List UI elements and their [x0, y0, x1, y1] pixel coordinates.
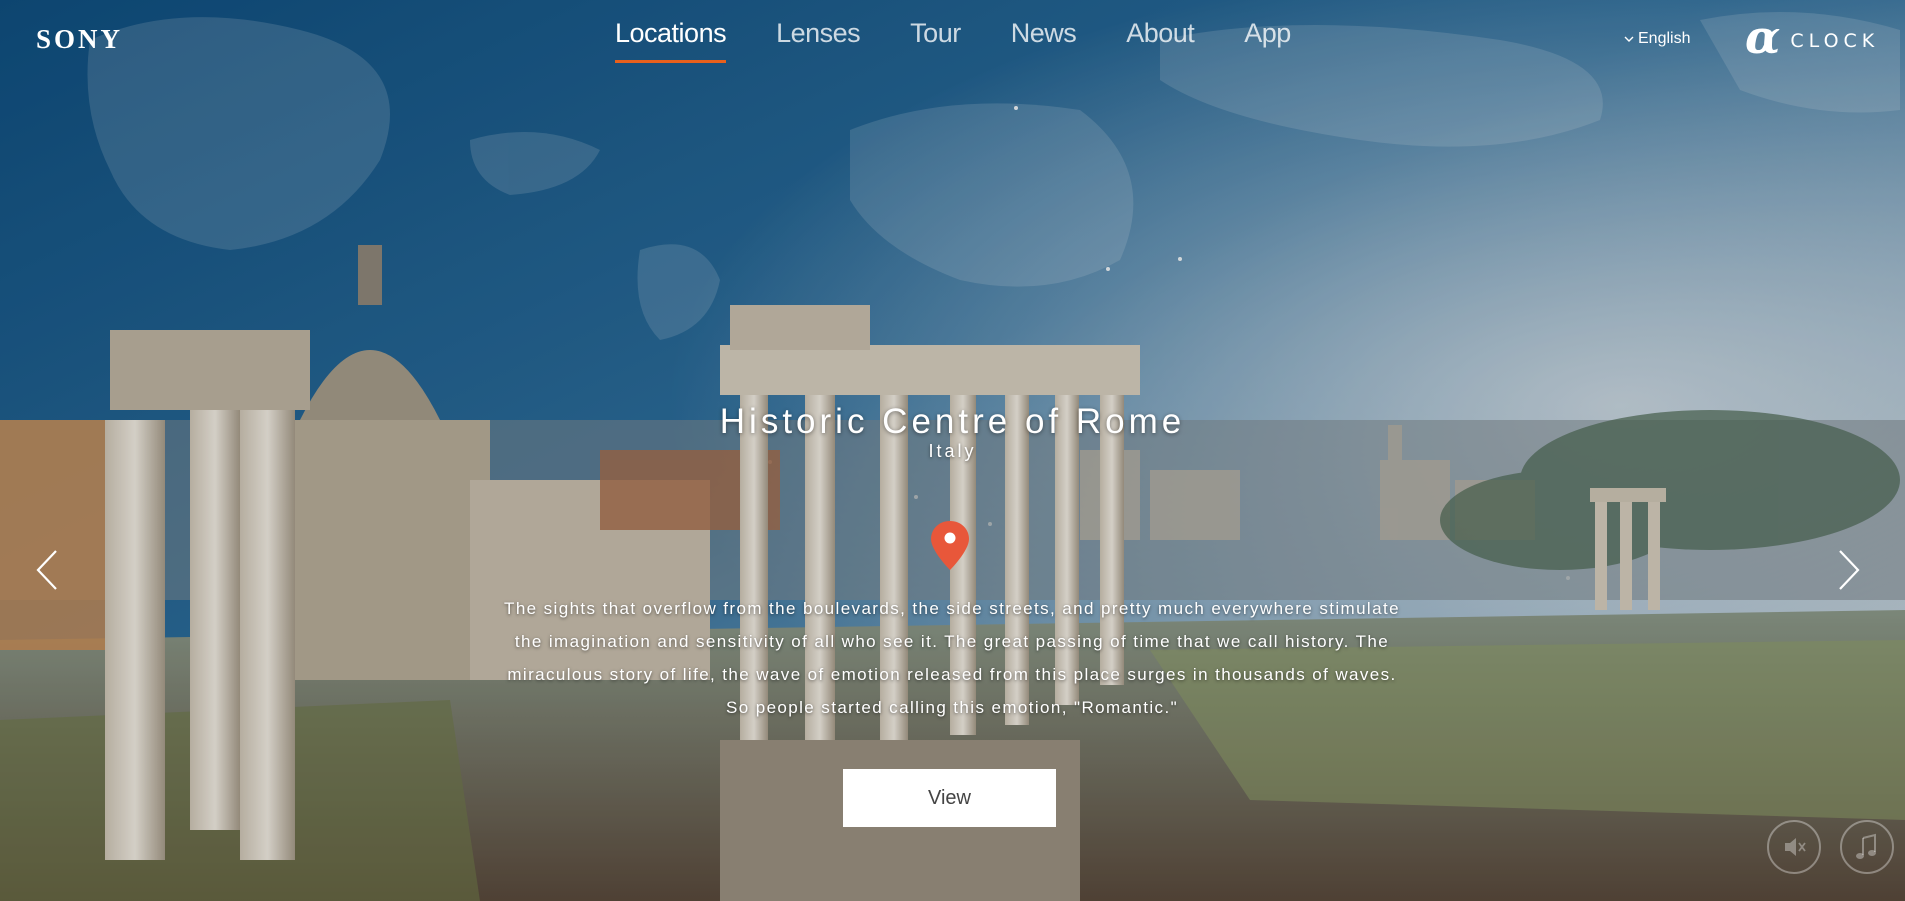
chevron-right-icon[interactable] — [1836, 548, 1862, 597]
location-title: Historic Centre of Rome — [719, 402, 1186, 441]
description-line: miraculous story of life, the wave of em… — [507, 665, 1397, 684]
location-description: The sights that overflow from the boulev… — [452, 592, 1452, 724]
nav-item-locations[interactable]: Locations — [615, 18, 727, 63]
nav-item-news[interactable]: News — [1011, 18, 1077, 63]
alpha-glyph: α — [1745, 10, 1781, 64]
language-selector[interactable]: English — [1624, 30, 1690, 48]
nav-item-lenses[interactable]: Lenses — [776, 18, 861, 63]
nav-item-about[interactable]: About — [1126, 18, 1195, 63]
chevron-left-icon[interactable] — [34, 548, 60, 597]
alpha-clock-word: CLOCK — [1790, 30, 1880, 52]
description-line: the imagination and sensitivity of all w… — [514, 632, 1390, 651]
location-country: Italy — [928, 441, 977, 461]
view-button[interactable]: View — [843, 769, 1056, 827]
alpha-clock-logo[interactable]: α CLOCK — [1745, 14, 1879, 60]
music-note-icon — [1856, 833, 1876, 859]
music-button[interactable] — [1840, 820, 1894, 874]
mute-button[interactable] — [1767, 820, 1821, 874]
map-pin-icon[interactable] — [930, 520, 970, 577]
nav-item-tour[interactable]: Tour — [910, 18, 961, 63]
site-header: SONY Locations Lenses Tour News About Ap… — [0, 0, 1905, 80]
nav-item-app[interactable]: App — [1244, 18, 1291, 63]
mute-icon — [1785, 838, 1806, 856]
description-line: The sights that overflow from the boulev… — [504, 599, 1400, 618]
description-line: So people started calling this emotion, … — [726, 698, 1178, 717]
main-nav: Locations Lenses Tour News About App — [615, 18, 1341, 63]
chevron-down-icon — [1624, 30, 1634, 48]
sony-logo[interactable]: SONY — [36, 24, 123, 55]
language-label: English — [1638, 30, 1691, 47]
hero-stage: SONY Locations Lenses Tour News About Ap… — [0, 0, 1905, 901]
